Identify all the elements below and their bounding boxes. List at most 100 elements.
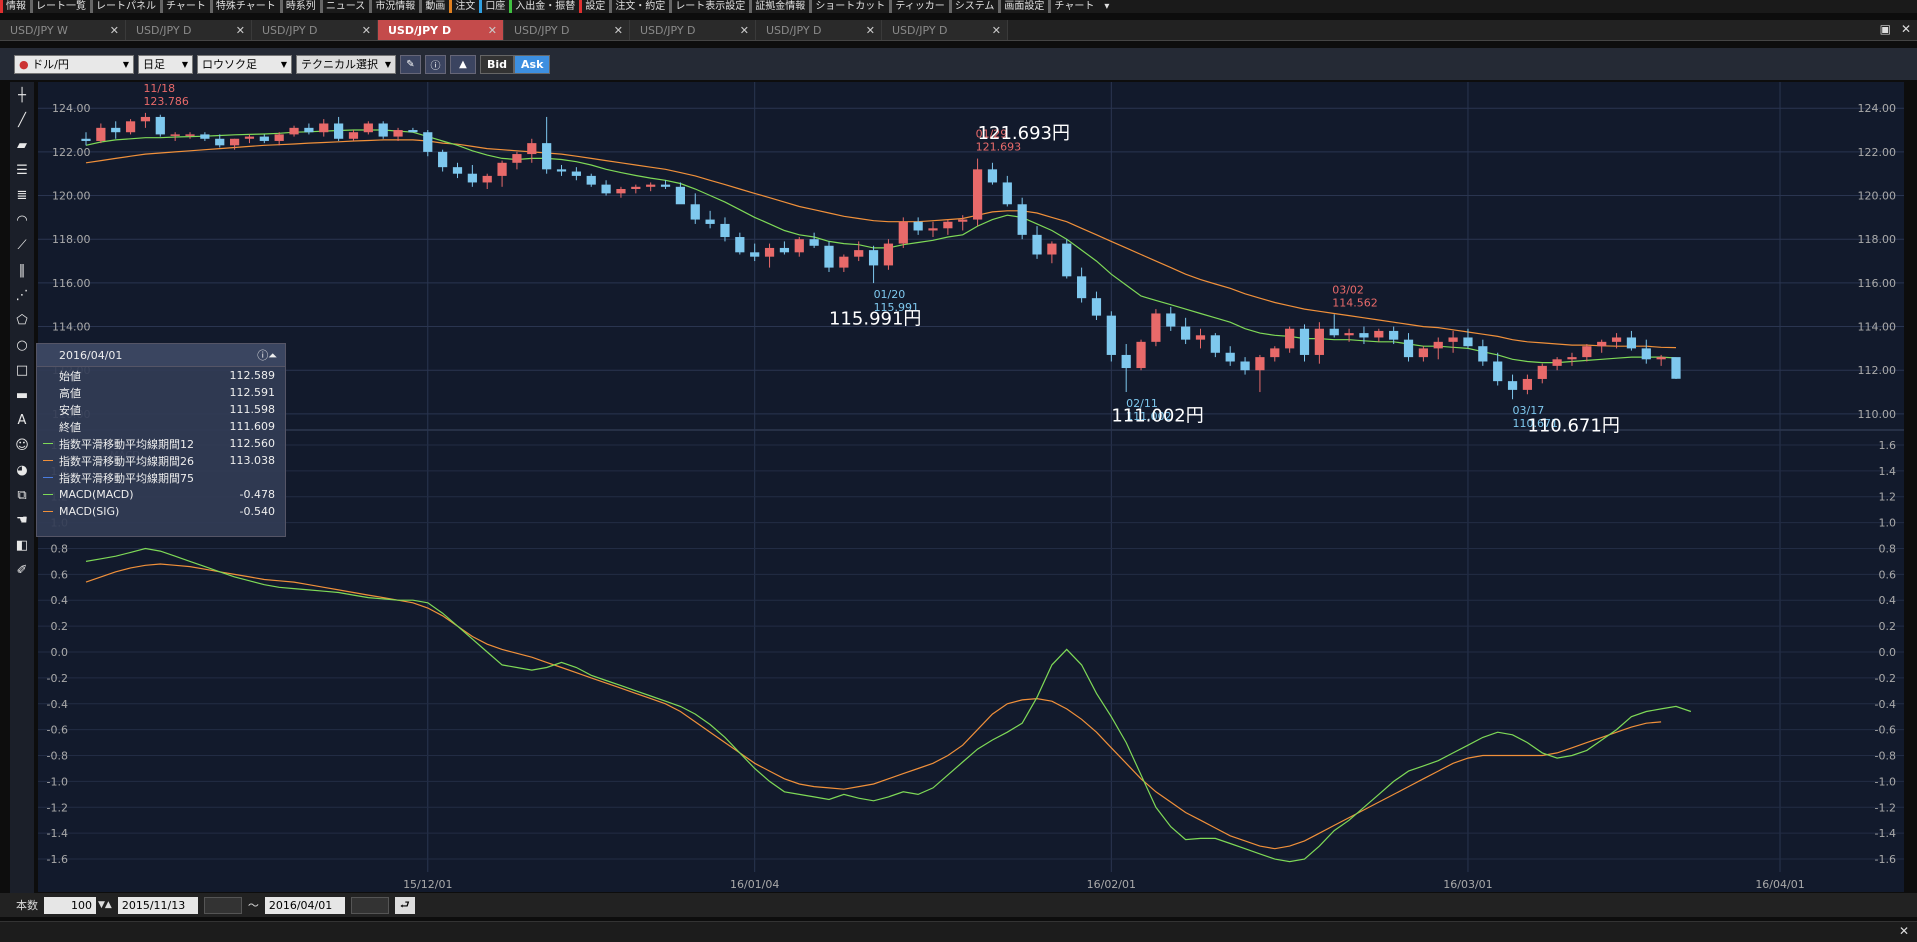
period-select[interactable]: 日足 ▼: [138, 54, 193, 74]
tab-close-icon[interactable]: ✕: [110, 24, 119, 37]
menu-overflow-icon[interactable]: ▾: [1098, 0, 1113, 13]
pentagon-icon[interactable]: ⬠: [12, 309, 32, 331]
fan-icon[interactable]: ⟋: [12, 234, 32, 256]
area-chart-button[interactable]: ▲: [450, 54, 476, 74]
menu-item[interactable]: 動画: [419, 0, 449, 13]
menu-item[interactable]: レートパネル: [90, 0, 160, 13]
menu-item[interactable]: ショートカット: [809, 0, 889, 13]
candle-body: [244, 136, 255, 139]
apply-range-button[interactable]: ⮐: [394, 896, 415, 914]
price-tick-label-right: 124.00: [1858, 102, 1897, 115]
menu-item[interactable]: 証拠金情報: [749, 0, 809, 13]
trendline-icon[interactable]: ╱: [12, 109, 32, 131]
menu-item[interactable]: 情報: [0, 0, 30, 13]
chart-tab[interactable]: USD/JPY D ✕: [378, 20, 504, 40]
chart-tab[interactable]: USD/JPY W ✕: [0, 20, 126, 40]
candle-body: [1478, 346, 1488, 362]
rectangle-icon[interactable]: □: [12, 359, 32, 381]
horizontal-lines-icon[interactable]: ☰: [12, 159, 32, 181]
fibonacci-icon[interactable]: ≣: [12, 184, 32, 206]
macd-tick-label-left: -0.8: [47, 750, 68, 763]
start-date-input[interactable]: 2015/11/13: [117, 896, 198, 914]
paint-icon[interactable]: ◕: [12, 459, 32, 481]
bid-button[interactable]: Bid: [480, 54, 515, 74]
smiley-icon[interactable]: ☺: [12, 434, 32, 456]
info-button[interactable]: ⓘ: [425, 54, 446, 74]
candle-body: [1374, 330, 1384, 338]
chart-tab[interactable]: USD/JPY D ✕: [504, 20, 630, 40]
macd-tick-label-right: -0.2: [1875, 672, 1896, 685]
candle-body: [1329, 328, 1339, 336]
line-width-icon[interactable]: ▬: [12, 384, 32, 406]
menu-item[interactable]: レート一覧: [30, 0, 90, 13]
menu-item[interactable]: ニュース: [319, 0, 370, 13]
restore-window-icon[interactable]: ▣: [1880, 22, 1891, 36]
tab-close-icon[interactable]: ✕: [362, 24, 371, 37]
chart-tab[interactable]: USD/JPY D ✕: [126, 20, 252, 40]
tab-close-icon[interactable]: ✕: [614, 24, 623, 37]
crosshair-icon[interactable]: ┼: [12, 84, 32, 106]
arc-icon[interactable]: ◠: [12, 209, 32, 231]
tab-close-icon[interactable]: ✕: [488, 24, 497, 37]
candle-body: [1017, 204, 1027, 235]
chart-style-select[interactable]: ロウソク足 ▼: [197, 54, 292, 74]
chart-tab[interactable]: USD/JPY D ✕: [630, 20, 756, 40]
menu-item[interactable]: 設定: [579, 0, 609, 13]
tab-close-icon[interactable]: ✕: [992, 24, 1001, 37]
gann-icon[interactable]: ⋰: [12, 284, 32, 306]
pen-tool-button[interactable]: ✎: [400, 54, 421, 74]
count-input[interactable]: 100: [44, 896, 96, 914]
chart-area[interactable]: 15/12/01 16/01/04 16/02/01 16/03/01 16/04/01…: [38, 82, 1904, 892]
ask-button[interactable]: Ask: [514, 54, 551, 74]
menu-item[interactable]: 口座: [479, 0, 509, 13]
chart-tab[interactable]: USD/JPY D ✕: [756, 20, 882, 40]
menu-bar: 情報 レート一覧 レートパネル チャート 特殊チャート 時系列 ニュース 市況情報 動画 注文 口座…: [0, 0, 1917, 13]
macd-tick-label-right: 1.4: [1879, 465, 1897, 478]
currency-pair-select[interactable]: ● ドル/円 ▼: [14, 54, 134, 74]
tab-close-icon[interactable]: ✕: [866, 24, 875, 37]
circle-icon[interactable]: ○: [12, 334, 32, 356]
info-panel-header: 2016/04/01 ⓘ⏶: [37, 344, 285, 367]
menu-item[interactable]: 入出金・振替: [509, 0, 579, 13]
tab-close-icon[interactable]: ✕: [236, 24, 245, 37]
menu-item[interactable]: 注文・約定: [609, 0, 669, 13]
menu-item[interactable]: 画面設定: [998, 0, 1048, 13]
currency-pair-value: ドル/円: [32, 58, 69, 71]
high-value-label: 114.562: [1332, 296, 1378, 309]
end-time-input[interactable]: [350, 896, 389, 914]
chart-tab[interactable]: USD/JPY D ✕: [252, 20, 378, 40]
copy-icon[interactable]: ⧉: [12, 484, 32, 506]
close-icon[interactable]: ✕: [1899, 924, 1909, 938]
chart-canvas[interactable]: 15/12/01 16/01/04 16/02/01 16/03/01 16/04/01…: [38, 82, 1904, 892]
chart-tab[interactable]: USD/JPY D ✕: [882, 20, 1008, 40]
menu-item[interactable]: 特殊チャート: [209, 0, 280, 13]
menu-item[interactable]: 時系列: [279, 0, 320, 13]
menu-item[interactable]: レート表示設定: [669, 0, 749, 13]
menu-item[interactable]: システム: [948, 0, 999, 13]
chart-toolbar: ● ドル/円 ▼ 日足 ▼ ロウソク足 ▼ テクニカル選択 ▼ ✎ ⓘ ▲ Bid As…: [0, 48, 1917, 80]
technical-select[interactable]: テクニカル選択 ▼: [296, 54, 396, 74]
candle-body: [1641, 348, 1651, 360]
menu-item[interactable]: 注文: [449, 0, 479, 13]
series-swatch: [43, 460, 53, 461]
hand-icon[interactable]: ☚: [12, 509, 32, 531]
clear-drawings-icon[interactable]: ✐: [12, 559, 32, 581]
menu-item[interactable]: 市況情報: [369, 0, 419, 13]
info-collapse-icon[interactable]: ⓘ⏶: [257, 347, 277, 363]
close-window-icon[interactable]: ✕: [1901, 22, 1911, 36]
candle-body: [140, 116, 151, 122]
ruler-icon[interactable]: ▰: [12, 134, 32, 156]
tab-close-icon[interactable]: ✕: [740, 24, 749, 37]
end-date-input[interactable]: 2016/04/01: [264, 896, 345, 914]
menu-item[interactable]: チャート: [160, 0, 210, 13]
count-stepper-icon[interactable]: ▼▲: [98, 900, 112, 910]
text-icon[interactable]: A: [12, 409, 32, 431]
candle-body: [1210, 335, 1220, 353]
chart-tab-label: USD/JPY W: [10, 23, 68, 37]
menu-item[interactable]: ティッカー: [889, 0, 948, 13]
menu-item[interactable]: チャート: [1048, 0, 1098, 13]
start-time-input[interactable]: [203, 896, 242, 914]
bottom-bar: 本数 100 ▼▲ 2015/11/13 ～ 2016/04/01 ⮐: [0, 893, 1917, 917]
vertical-lines-icon[interactable]: ‖: [12, 259, 32, 281]
eraser-icon[interactable]: ◧: [12, 534, 32, 556]
